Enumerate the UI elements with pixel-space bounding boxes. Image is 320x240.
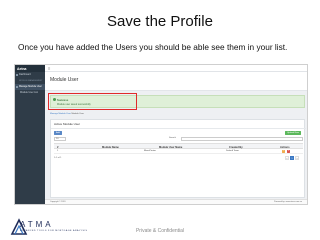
active-module-user-card: Active Module User Add Upload New 10 Sea… xyxy=(50,119,306,198)
cell-module-name: BluesPrinter xyxy=(144,150,156,153)
slide-instruction: Once you have added the Users you should… xyxy=(18,42,288,52)
table-row: 1 BluesPrinter Default Team ✎ × xyxy=(54,149,303,154)
top-bar: ≡ xyxy=(45,65,307,72)
highlight-box xyxy=(48,93,137,110)
slide-title: Save the Profile xyxy=(107,13,213,30)
pager-info: 1-1 of 1 xyxy=(54,156,62,159)
breadcrumb-prefix[interactable]: Manage Module User xyxy=(50,113,71,115)
breadcrumb: Manage Module User Module User xyxy=(50,113,84,115)
sidebar: Aetna Dashboard MODULE MANAGEMENT Manage… xyxy=(15,65,45,204)
delete-icon[interactable]: × xyxy=(287,150,290,153)
page-header: Module User xyxy=(45,72,307,91)
footer-copyright: Copyright © 2019 xyxy=(50,201,66,204)
pager-next-button[interactable]: > xyxy=(295,156,299,160)
upload-button[interactable]: Upload New xyxy=(285,131,301,135)
cell-index: 1 xyxy=(57,150,59,153)
card-title: Active Module User xyxy=(54,122,81,126)
pager-prev-button[interactable]: < xyxy=(285,156,289,160)
search-input[interactable] xyxy=(181,136,303,141)
footer-powered-by[interactable]: Powered by: www.atma.com.au xyxy=(274,201,302,203)
sidebar-item-module-user-list[interactable]: Module User List xyxy=(15,90,45,96)
app-footer: Copyright © 2019 Powered by: www.atma.co… xyxy=(45,199,307,204)
confidential-label: Private & Confidential xyxy=(135,228,185,234)
divider xyxy=(51,128,306,129)
breadcrumb-current: Module User xyxy=(71,113,84,115)
add-button[interactable]: Add xyxy=(54,131,62,135)
cell-created-by: Default Team xyxy=(226,150,239,153)
hamburger-icon[interactable]: ≡ xyxy=(48,66,50,71)
main-content: Module User Success Module user saved su… xyxy=(45,72,307,204)
app-screenshot: Aetna Dashboard MODULE MANAGEMENT Manage… xyxy=(14,64,308,205)
pagination: 1-1 of 1 < 1 > xyxy=(54,156,303,160)
search-label: Search xyxy=(169,137,176,139)
edit-icon[interactable]: ✎ xyxy=(282,150,285,153)
per-page-select[interactable]: 10 xyxy=(54,136,66,141)
app-logo: Aetna xyxy=(15,65,45,72)
page-title: Module User xyxy=(50,77,79,83)
pager-page-button[interactable]: 1 xyxy=(290,156,294,160)
